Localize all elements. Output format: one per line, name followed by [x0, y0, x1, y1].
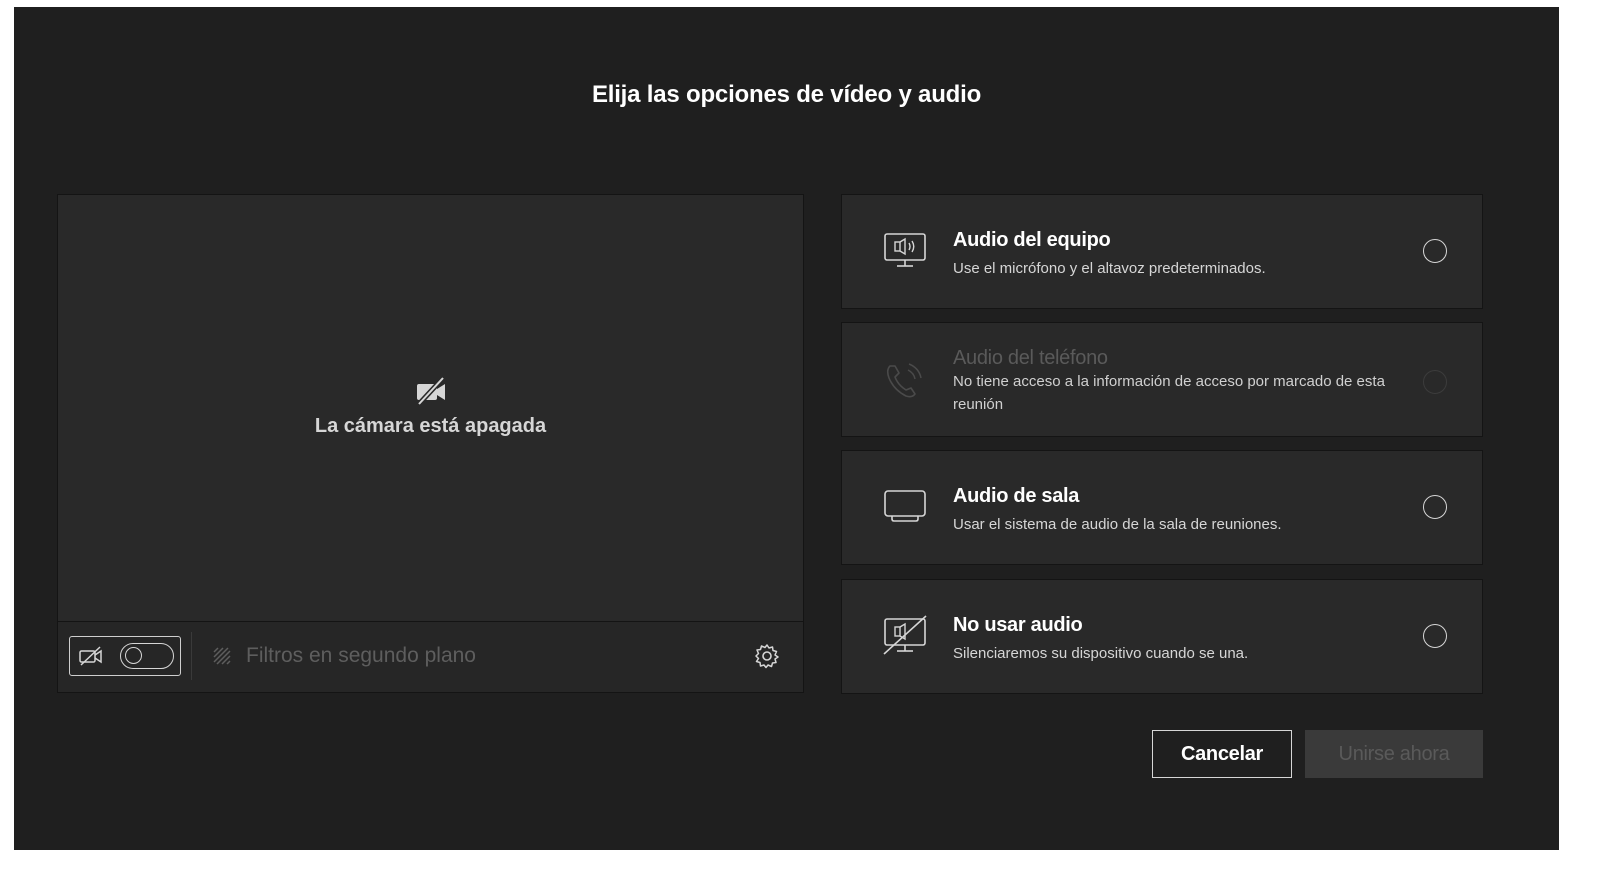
option-radio[interactable] — [1423, 495, 1447, 519]
camera-status-text: La cámara está apagada — [314, 415, 547, 437]
video-preview: La cámara está apagada Filtros en segund… — [57, 194, 804, 693]
option-description: Use el micrófono y el altavoz predetermi… — [953, 260, 1266, 277]
cancel-button[interactable]: Cancelar — [1152, 730, 1292, 778]
dialog-title: Elija las opciones de vídeo y audio — [591, 81, 982, 108]
option-description: No tiene acceso a la información de acce… — [953, 373, 1385, 413]
computer-audio-icon — [884, 233, 926, 267]
toolbar-divider — [191, 632, 192, 680]
option-radio[interactable] — [1423, 239, 1447, 263]
no-audio-icon — [883, 615, 927, 655]
join-dialog: Elija las opciones de vídeo y audio La c… — [14, 7, 1559, 850]
option-title: Audio del teléfono — [953, 347, 1108, 369]
join-now-button[interactable]: Unirse ahora — [1305, 730, 1483, 778]
preview-toolbar: Filtros en segundo plano — [58, 621, 803, 692]
background-filters-icon — [213, 647, 231, 665]
camera-off-indicator: La cámara está apagada — [58, 375, 803, 438]
option-title: No usar audio — [953, 614, 1083, 636]
option-radio[interactable] — [1423, 624, 1447, 648]
room-audio-icon — [884, 490, 926, 522]
background-filters-label: Filtros en segundo plano — [246, 644, 476, 667]
option-title: Audio del equipo — [953, 229, 1111, 251]
audio-option-room[interactable]: Audio de sala Usar el sistema de audio d… — [841, 450, 1483, 565]
option-description: Usar el sistema de audio de la sala de r… — [953, 516, 1282, 533]
phone-audio-icon — [886, 363, 922, 398]
audio-option-phone: Audio del teléfono No tiene acceso a la … — [841, 322, 1483, 437]
option-title: Audio de sala — [953, 485, 1080, 507]
audio-option-computer[interactable]: Audio del equipo Use el micrófono y el a… — [841, 194, 1483, 309]
device-settings-icon[interactable] — [753, 642, 781, 670]
option-description: Silenciaremos su dispositivo cuando se u… — [953, 645, 1249, 662]
camera-off-icon — [416, 376, 445, 406]
audio-option-none[interactable]: No usar audio Silenciaremos su dispositi… — [841, 579, 1483, 694]
background-filters-button[interactable]: Filtros en segundo plano — [212, 644, 476, 668]
camera-off-icon — [79, 646, 102, 666]
camera-toggle[interactable] — [69, 636, 181, 676]
camera-switch[interactable] — [120, 643, 174, 669]
switch-knob — [125, 647, 142, 664]
option-radio — [1423, 370, 1447, 394]
